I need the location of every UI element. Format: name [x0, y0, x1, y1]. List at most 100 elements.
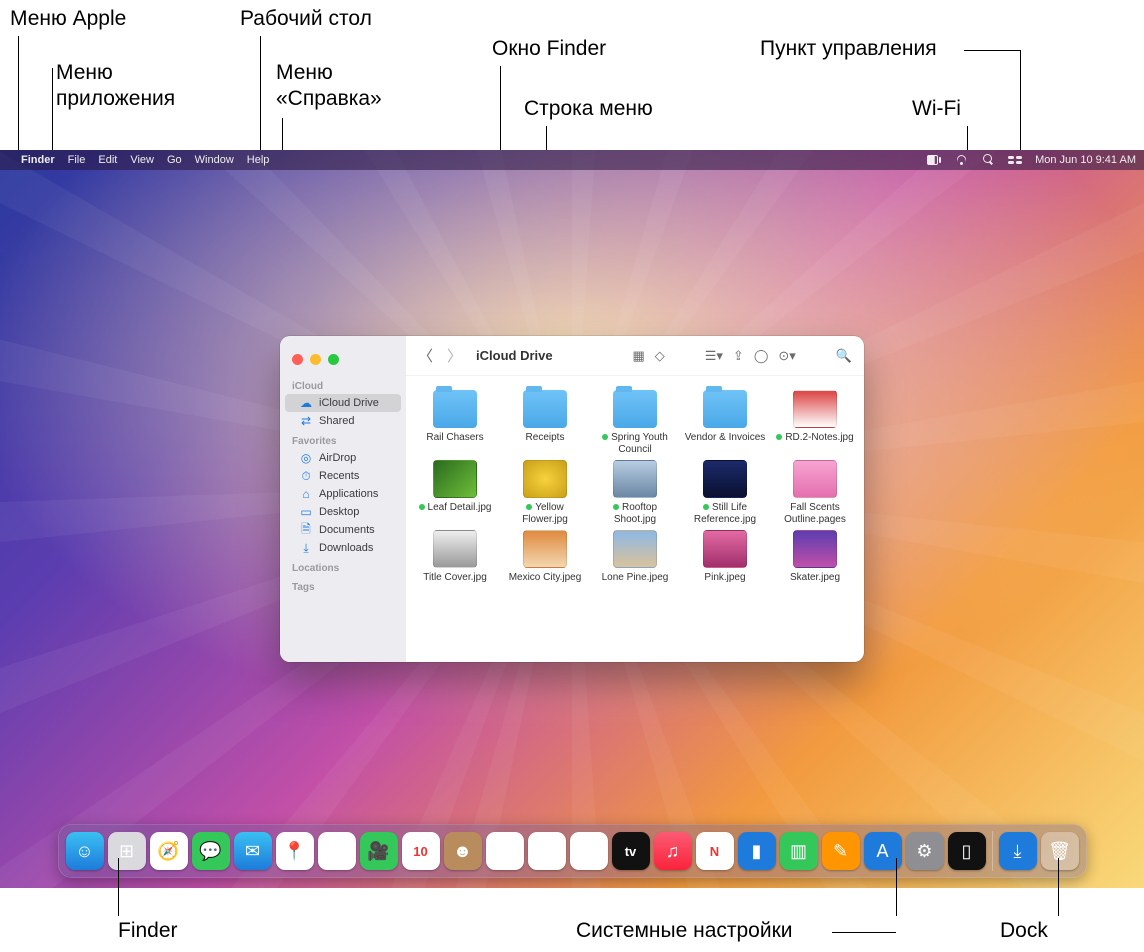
file-item[interactable]: Still Life Reference.jpg — [680, 460, 770, 526]
dock-app-numbers[interactable]: ▥ — [780, 832, 818, 870]
file-item[interactable]: Rail Chasers — [410, 390, 500, 456]
menu-window[interactable]: Window — [195, 154, 234, 166]
menu-help[interactable]: Help — [247, 154, 270, 166]
share-button[interactable]: ⇪ — [733, 348, 744, 364]
forward-button[interactable]: 〉 — [447, 345, 462, 366]
dock-app-maps[interactable]: 📍 — [276, 832, 314, 870]
file-thumbnail — [703, 530, 747, 568]
leader — [964, 50, 1020, 51]
menu-file[interactable]: File — [68, 154, 86, 166]
file-item[interactable]: Skater.jpeg — [770, 530, 860, 584]
finder-sidebar: iCloud☁︎iCloud Drive⇄SharedFavorites◎Air… — [280, 336, 406, 662]
control-center-icon[interactable] — [1008, 154, 1022, 166]
desktop: Finder File Edit View Go Window Help Mon… — [0, 150, 1144, 888]
folder-icon — [703, 390, 747, 428]
file-name: Still Life Reference.jpg — [683, 502, 767, 526]
tag-dot — [613, 504, 619, 510]
callout-help-menu: Меню «Справка» — [276, 60, 382, 113]
menu-view[interactable]: View — [130, 154, 154, 166]
spotlight-icon[interactable] — [981, 154, 995, 166]
sidebar-section: iCloud — [280, 375, 406, 394]
tag-dot — [703, 504, 709, 510]
sidebar-item-label: Desktop — [319, 506, 359, 518]
dock-downloads[interactable]: ⤓ — [999, 832, 1037, 870]
battery-icon[interactable] — [927, 154, 941, 166]
dock-app-notes[interactable]: ✎ — [528, 832, 566, 870]
view-switch-icon[interactable]: ◇ — [655, 348, 665, 364]
group-button[interactable]: ☰▾ — [705, 348, 723, 364]
file-item[interactable]: Title Cover.jpg — [410, 530, 500, 584]
file-thumbnail — [793, 530, 837, 568]
callout-app-menu: Меню приложения — [56, 60, 175, 113]
sidebar-item-icon: ▭ — [299, 506, 313, 518]
dock-app-reminders[interactable]: ☰ — [486, 832, 524, 870]
sidebar-item[interactable]: ⌂Applications — [285, 485, 401, 503]
view-icons-button[interactable]: ▦ — [632, 348, 644, 364]
file-item[interactable]: Mexico City.jpeg — [500, 530, 590, 584]
dock-app-finder[interactable]: ☺ — [66, 832, 104, 870]
file-item[interactable]: Leaf Detail.jpg — [410, 460, 500, 526]
menu-go[interactable]: Go — [167, 154, 182, 166]
callouts-top: Меню Apple Меню приложения Рабочий стол … — [0, 0, 1144, 150]
file-item[interactable]: Spring Youth Council — [590, 390, 680, 456]
file-thumbnail — [613, 530, 657, 568]
sidebar-item-label: Shared — [319, 415, 354, 427]
sidebar-item-icon: ⌂ — [299, 488, 313, 500]
dock-app-music[interactable]: ♫ — [654, 832, 692, 870]
dock-app-freeform[interactable]: 〰 — [570, 832, 608, 870]
leader — [118, 858, 119, 916]
sidebar-item[interactable]: ◎AirDrop — [285, 449, 401, 467]
dock-app-messages[interactable]: 💬 — [192, 832, 230, 870]
sidebar-item[interactable]: ▭ Desktop — [285, 503, 401, 521]
dock-app-iphonemirroring[interactable]: ▯ — [948, 832, 986, 870]
sidebar-item-icon: ⤓ — [299, 542, 313, 554]
dock-app-tv[interactable]: tv — [612, 832, 650, 870]
file-item[interactable]: Receipts — [500, 390, 590, 456]
search-button[interactable]: 🔍 — [836, 348, 852, 364]
more-button[interactable]: ⊙▾ — [778, 348, 795, 364]
minimize-button[interactable] — [310, 354, 321, 365]
file-name: Rooftop Shoot.jpg — [593, 502, 677, 526]
file-item[interactable]: Vendor & Invoices — [680, 390, 770, 456]
sidebar-section: Favorites — [280, 430, 406, 449]
file-item[interactable]: RD.2-Notes.jpg — [770, 390, 860, 456]
dock-app-calendar[interactable]: 10 — [402, 832, 440, 870]
sidebar-item[interactable]: ⤓ Downloads — [285, 539, 401, 557]
sidebar-section: Locations — [280, 557, 406, 576]
file-item[interactable]: Yellow Flower.jpg — [500, 460, 590, 526]
clock[interactable]: Mon Jun 10 9:41 AM — [1035, 154, 1136, 166]
dock-app-launchpad[interactable]: ⊞ — [108, 832, 146, 870]
sidebar-item[interactable]: 🗎Documents — [285, 521, 401, 539]
sidebar-item[interactable]: ☁︎iCloud Drive — [285, 394, 401, 412]
tags-button[interactable]: ◯ — [754, 348, 769, 364]
dock-app-pages[interactable]: ✎ — [822, 832, 860, 870]
sidebar-item[interactable]: ⇄Shared — [285, 412, 401, 430]
wifi-icon[interactable] — [954, 154, 968, 166]
dock-app-photos[interactable]: ❀ — [318, 832, 356, 870]
dock-app-keynote[interactable]: ▮ — [738, 832, 776, 870]
menu-edit[interactable]: Edit — [98, 154, 117, 166]
file-item[interactable]: Rooftop Shoot.jpg — [590, 460, 680, 526]
dock-app-systemsettings[interactable]: ⚙︎ — [906, 832, 944, 870]
dock-app-facetime[interactable]: 🎥 — [360, 832, 398, 870]
zoom-button[interactable] — [328, 354, 339, 365]
dock-app-safari[interactable]: 🧭 — [150, 832, 188, 870]
finder-window[interactable]: iCloud☁︎iCloud Drive⇄SharedFavorites◎Air… — [280, 336, 864, 662]
leader — [282, 118, 283, 150]
sidebar-item-label: Downloads — [319, 542, 373, 554]
sidebar-item[interactable]: ⏱Recents — [285, 467, 401, 485]
folder-icon — [433, 390, 477, 428]
file-item[interactable]: Lone Pine.jpeg — [590, 530, 680, 584]
dock-trash[interactable]: 🗑 — [1041, 832, 1079, 870]
back-button[interactable]: 〈 — [418, 345, 433, 366]
dock-app-news[interactable]: N — [696, 832, 734, 870]
close-button[interactable] — [292, 354, 303, 365]
file-item[interactable]: Fall Scents Outline.pages — [770, 460, 860, 526]
file-name: Skater.jpeg — [790, 572, 840, 584]
app-menu[interactable]: Finder — [21, 154, 55, 166]
dock-app-mail[interactable]: ✉︎ — [234, 832, 272, 870]
callout-apple-menu: Меню Apple — [10, 6, 126, 32]
file-item[interactable]: Pink.jpeg — [680, 530, 770, 584]
leader — [896, 858, 897, 916]
dock-app-contacts[interactable]: ☻ — [444, 832, 482, 870]
